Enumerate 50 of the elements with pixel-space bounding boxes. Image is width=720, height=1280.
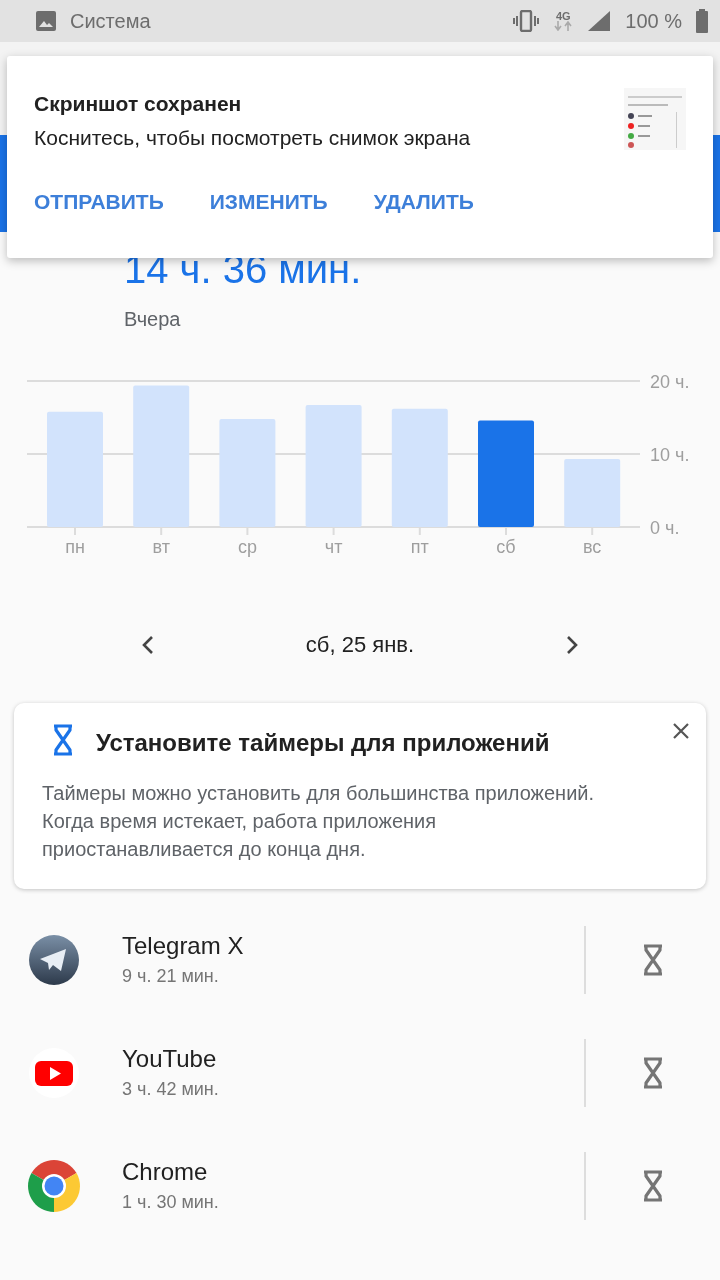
day-label: сб [496,537,516,557]
chart-bar[interactable] [219,418,276,527]
axis-label: 20 ч. [650,372,690,392]
notification-app-name: Система [70,9,152,33]
app-name: YouTube [122,1045,218,1073]
axis-label: 0 ч. [650,518,680,538]
battery-percent: 100 % [625,9,682,33]
app-usage-time: 3 ч. 42 мин. [122,1079,220,1100]
selected-date: сб, 25 янв. [305,632,415,658]
chart-bar[interactable] [564,459,621,527]
paper-plane-icon [28,933,80,986]
battery-icon [696,9,708,33]
signal-icon [587,10,612,32]
app-name: Telegram X [122,932,245,960]
close-icon [672,722,690,740]
app-usage-time: 1 ч. 30 мин. [122,1192,220,1213]
chevron-right-icon [566,635,578,655]
tricolor-circle-icon [26,1157,82,1214]
notification-title: Скриншот сохранен [34,92,243,116]
hourglass-icon [642,1169,664,1202]
hourglass-icon [642,943,664,976]
data-arrows-icon [553,21,574,31]
day-label: вс [583,537,602,557]
hourglass-icon [52,724,74,756]
network-type: 4G [555,11,571,21]
image-icon [36,11,56,31]
chart-bar[interactable] [47,411,103,527]
notification-text: Коснитесь, чтобы посмотреть снимок экрана [34,126,471,150]
day-label: чт [324,537,343,557]
axis-label: 10 ч. [650,445,690,465]
day-label: ср [237,537,257,557]
chart-bar[interactable] [133,385,190,527]
vibrate-icon [513,10,540,32]
day-label: пн [65,537,85,557]
hourglass-icon [642,1056,664,1089]
chart-bar[interactable] [305,405,362,527]
chart-bar[interactable] [391,408,448,527]
tip-title: Установите таймеры для приложений [96,729,551,757]
notification-action[interactable]: ОТПРАВИТЬ [34,190,164,214]
app-name: Chrome [122,1158,209,1186]
chevron-left-icon [142,635,154,655]
close-button[interactable] [672,722,690,740]
tip-text: Таймеры можно установить для большинства приложений. Когда время истекает, работа приложения приостанавливается до конца дня. [42,781,596,862]
notification-action[interactable]: УДАЛИТЬ [373,190,474,214]
app-usage-time: 9 ч. 21 мин. [122,966,220,987]
day-label: вт [152,537,170,557]
period-label: Вчера [124,308,182,331]
chart-bar[interactable] [478,420,534,527]
notification-action[interactable]: ИЗМЕНИТЬ [209,190,328,214]
day-label: пт [410,537,429,557]
